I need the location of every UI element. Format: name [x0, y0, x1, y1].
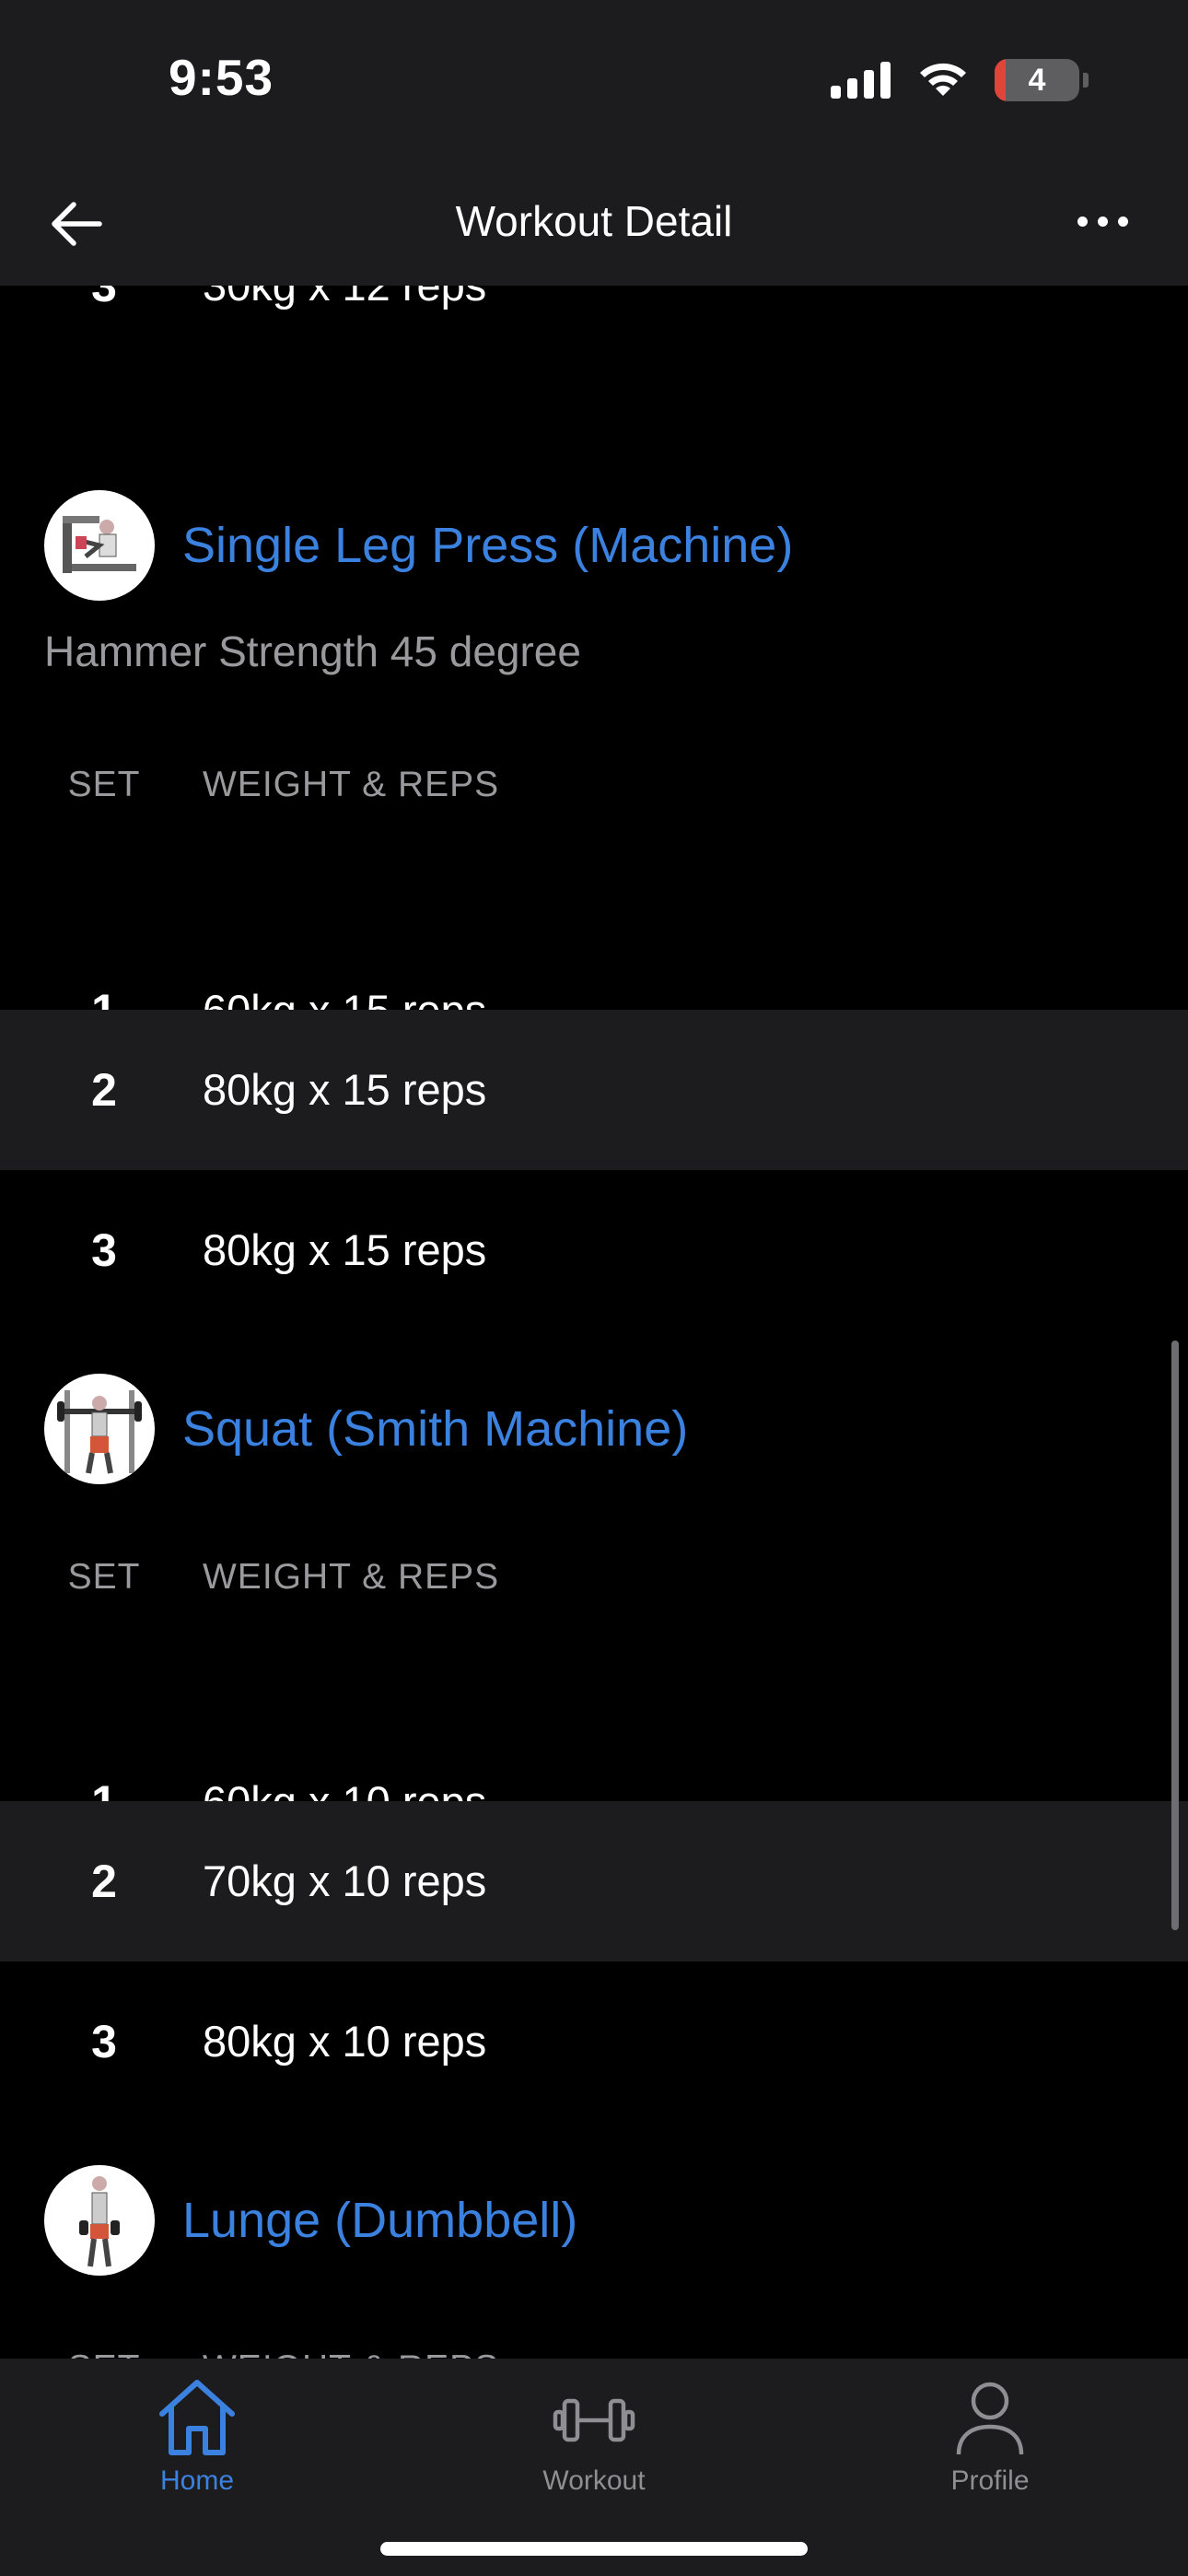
set-row: 3 80kg x 10 reps [0, 1961, 1188, 2122]
set-row: 3 30kg x 12 reps [0, 286, 1188, 366]
weight-reps-column-label: WEIGHT & REPS [203, 2348, 499, 2359]
exercise-name-link[interactable]: Squat (Smith Machine) [182, 1400, 688, 1458]
workout-detail-list[interactable]: 3 30kg x 12 reps Single Leg Press (Machi… [0, 286, 1188, 2359]
set-weight-reps: 80kg x 15 reps [203, 1065, 487, 1114]
navigation-bar: Workout Detail [0, 161, 1188, 286]
tab-label: Home [159, 2465, 235, 2496]
exercise-thumbnail [44, 1374, 155, 1484]
exercise-thumbnail [44, 2165, 155, 2276]
set-number: 3 [91, 1224, 117, 1276]
wifi-icon [920, 63, 966, 96]
tab-profile[interactable]: Profile [879, 2377, 1101, 2497]
exercise-note: Hammer Strength 45 degree [44, 627, 581, 675]
page-title: Workout Detail [455, 197, 733, 245]
set-number: 3 [91, 286, 117, 311]
tab-workout[interactable]: Workout [483, 2377, 705, 2497]
set-number: 2 [91, 1856, 117, 1907]
set-number: 2 [91, 1064, 117, 1116]
set-column-label: SET [0, 2348, 208, 2359]
person-icon [956, 2382, 1024, 2455]
home-icon [159, 2380, 235, 2455]
set-weight-reps: 80kg x 10 reps [203, 2017, 487, 2066]
set-weight-reps: 30kg x 12 reps [203, 286, 486, 366]
weight-reps-column-label: WEIGHT & REPS [203, 765, 500, 804]
scrollbar[interactable] [1171, 1341, 1179, 1930]
exercise-header[interactable]: Single Leg Press (Machine) [44, 490, 793, 601]
tab-label: Profile [950, 2465, 1030, 2496]
tab-label: Workout [542, 2465, 646, 2496]
weight-reps-column-label: WEIGHT & REPS [203, 1557, 500, 1597]
set-number: 3 [91, 2016, 117, 2067]
dumbbell-icon [553, 2398, 635, 2442]
set-row: 3 80kg x 15 reps [0, 1170, 1188, 1330]
set-column-header: SET WEIGHT & REPS [0, 746, 1188, 820]
battery-level: 4 [1028, 62, 1046, 98]
set-column-label: SET [67, 1557, 141, 1597]
exercise-name-link[interactable]: Lunge (Dumbbell) [182, 2192, 577, 2249]
exercise-header[interactable]: Lunge (Dumbbell) [44, 2165, 577, 2276]
more-options-icon[interactable] [1077, 203, 1142, 240]
home-indicator[interactable] [380, 2542, 808, 2556]
battery-icon: 4 [995, 59, 1079, 101]
status-bar: 9:53 4 [0, 0, 1188, 161]
cellular-signal-icon [831, 62, 891, 99]
tab-home[interactable]: Home [87, 2377, 308, 2497]
set-column-header: SET WEIGHT & REPS [0, 1539, 1188, 1612]
exercise-header[interactable]: Squat (Smith Machine) [44, 1374, 688, 1484]
set-row: 2 70kg x 10 reps [0, 1801, 1188, 1961]
status-icons: 4 [831, 57, 1089, 103]
exercise-thumbnail [44, 490, 155, 601]
set-weight-reps: 80kg x 15 reps [203, 1225, 487, 1274]
exercise-name-link[interactable]: Single Leg Press (Machine) [182, 517, 793, 574]
set-row: 2 80kg x 15 reps [0, 1010, 1188, 1170]
status-time: 9:53 [169, 49, 274, 106]
set-weight-reps: 70kg x 10 reps [203, 1856, 487, 1905]
set-column-label: SET [67, 765, 141, 804]
set-column-header: SET WEIGHT & REPS [0, 2330, 1188, 2359]
